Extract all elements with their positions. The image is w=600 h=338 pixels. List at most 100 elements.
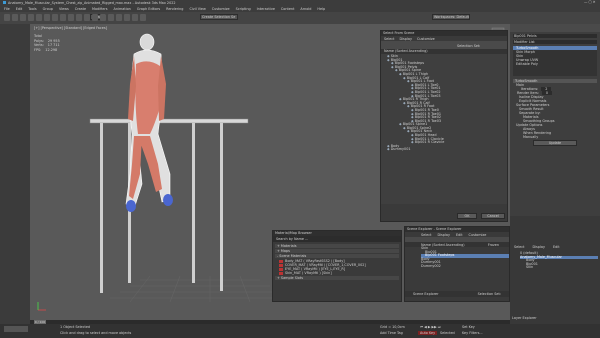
layer-row[interactable]: Skin — [520, 266, 598, 270]
menu-item-group[interactable]: Group — [43, 7, 53, 11]
selected-dropdown[interactable]: Selected — [440, 331, 455, 335]
material-swatch — [279, 259, 283, 263]
explorer-menu-item[interactable]: Edit — [456, 233, 463, 237]
dialog-menu-item[interactable]: Customize — [417, 37, 435, 41]
app-logo — [3, 1, 6, 4]
material-swatch — [279, 271, 283, 275]
menu-item-graph-editors[interactable]: Graph Editors — [137, 7, 160, 11]
stat-key: FPS: — [34, 47, 42, 52]
menu-item-civil-view[interactable]: Civil View — [189, 7, 205, 11]
scene-tree-label: Bip001 R Clavicle — [414, 140, 445, 145]
command-panel-tabs[interactable] — [510, 24, 600, 32]
manually-radio[interactable]: Manually — [513, 135, 597, 139]
modifier-list-dropdown[interactable]: Modifier List — [513, 40, 597, 44]
maxscript-listener[interactable] — [4, 326, 28, 332]
toolbar-button[interactable] — [52, 14, 58, 21]
ok-button[interactable]: OK — [457, 213, 477, 219]
toolbar-button[interactable] — [76, 14, 82, 21]
pull-up-bars — [89, 118, 249, 293]
menu-item-rendering[interactable]: Rendering — [166, 7, 183, 11]
material-item[interactable]: Skin_MAT ( VRayMtl ) [Skin] — [275, 271, 399, 275]
menu-item-views[interactable]: Views — [59, 7, 69, 11]
toolbar-button[interactable] — [60, 14, 66, 21]
explorer-menu-item[interactable]: Select — [421, 233, 431, 237]
menu-item-interactive[interactable]: Interactive — [257, 7, 275, 11]
explorer-row[interactable]: Dummy002 — [421, 264, 509, 269]
add-time-tag[interactable]: Add Time Tag — [380, 331, 403, 335]
browser-section[interactable]: - Scene Materials — [275, 254, 399, 258]
toolbar-button[interactable] — [132, 14, 138, 21]
toolbar-button[interactable] — [4, 14, 10, 21]
viewport-label[interactable]: [+] [Perspective] [Standard] [Edged Face… — [34, 26, 107, 30]
material-swatch — [279, 267, 283, 271]
toolbar-button[interactable] — [28, 14, 34, 21]
menu-item-scripting[interactable]: Scripting — [236, 7, 251, 11]
prompt-line: Click and drag to select and move object… — [60, 331, 132, 335]
layer-tree: 0 (default) Anatomy_Male_Muscular Body Bip0… — [510, 250, 600, 270]
set-key-button[interactable]: Set Key — [462, 325, 475, 329]
menu-item-file[interactable]: File — [4, 7, 10, 11]
toolbar-button[interactable] — [68, 14, 74, 21]
menu-item-modifiers[interactable]: Modifiers — [92, 7, 107, 11]
menu-item-arnold[interactable]: Arnold — [300, 7, 311, 11]
toolbar-button[interactable] — [100, 14, 106, 21]
layer-explorer-footer: Layer Explorer — [512, 316, 537, 320]
modifier-stack: TurboSmooth Skin Morph Skin Unwrap UVW Edita… — [513, 46, 597, 76]
toolbar-button[interactable] — [20, 14, 26, 21]
toolbar-button[interactable] — [108, 14, 114, 21]
toolbar-button[interactable] — [92, 14, 98, 21]
layer-menu-item[interactable]: Select — [514, 245, 524, 249]
update-button[interactable]: Update — [533, 140, 577, 146]
menu-item-help[interactable]: Help — [317, 7, 325, 11]
selection-set-dropdown[interactable]: Create Selection Se — [200, 14, 238, 20]
toolbar-button[interactable] — [12, 14, 18, 21]
scene-tree-item[interactable]: ◆ Dummy001 — [383, 148, 505, 152]
scene-tree-label: Dummy001 — [390, 147, 411, 152]
explorer-selection-set: Selection Set: — [477, 292, 501, 296]
viewport-statistics: Total Polys: 29 955 Verts: 17 711 FPS: 12.298 — [34, 34, 60, 52]
toolbar-button[interactable] — [124, 14, 130, 21]
menu-item-tools[interactable]: Tools — [28, 7, 36, 11]
toolbar-button[interactable] — [44, 14, 50, 21]
toolbar-button[interactable] — [84, 14, 90, 21]
menu-item-animation[interactable]: Animation — [114, 7, 131, 11]
browser-section[interactable]: + Sample Slots — [275, 276, 399, 280]
workspace-dropdown[interactable]: Workspaces: Default — [432, 14, 470, 20]
explorer-footer: Scene Explorer Selection Set: — [405, 291, 509, 297]
layer-explorer: Select Display Edit 0 (default) Anatomy_Mal… — [510, 216, 600, 324]
ground-grid — [110, 275, 290, 303]
toolbar-button[interactable] — [36, 14, 42, 21]
browser-section[interactable]: + Maps — [275, 249, 399, 253]
browser-section[interactable]: + Materials — [275, 244, 399, 248]
explorer-col-frozen[interactable]: Frozen — [488, 243, 499, 247]
material-swatch — [279, 263, 283, 267]
dialog-menu-item[interactable]: Select — [384, 37, 394, 41]
explorer-menu-item[interactable]: Display — [437, 233, 450, 237]
layer-menu-item[interactable]: Display — [532, 245, 545, 249]
window-controls[interactable]: — ▢ ✕ — [584, 0, 596, 4]
left-command-strip — [0, 24, 30, 326]
object-name-field[interactable]: Bip001 Pelvis — [513, 34, 597, 38]
layer-menu-item[interactable]: Edit — [553, 245, 560, 249]
modifier-stack-item[interactable]: Editable Poly — [513, 62, 597, 66]
menu-item-customize[interactable]: Customize — [212, 7, 230, 11]
menu-item-create[interactable]: Create — [75, 7, 86, 11]
key-filters-button[interactable]: Key Filters... — [462, 331, 483, 335]
grid-size: Grid = 10,0cm — [380, 325, 405, 329]
status-bar: 1 Object Selected Click and drag to sele… — [0, 324, 600, 338]
dialog-toolbar: Selection Set: — [381, 41, 507, 49]
axis-tripod — [37, 302, 46, 311]
playback-controls[interactable]: ⏮ ◀ ▶ ▶▶ ⏭ — [420, 325, 441, 329]
menu-item-content[interactable]: Content — [281, 7, 295, 11]
main-toolbar: Create Selection Se View Workspaces: Def… — [0, 12, 600, 24]
toolbar-button[interactable] — [140, 14, 146, 21]
toolbar-button[interactable] — [116, 14, 122, 21]
explorer-menu-item[interactable]: Customize — [469, 233, 487, 237]
scene-explorer: Scene Explorer - Scene Explorer Select Di… — [404, 226, 510, 302]
menu-item-edit[interactable]: Edit — [16, 7, 23, 11]
dialog-menu-item[interactable]: Display — [399, 37, 412, 41]
cancel-button[interactable]: Cancel — [481, 213, 505, 219]
material-map-browser: Material/Map Browser Search by Name ... … — [272, 230, 402, 302]
auto-key-button[interactable]: Auto Key — [418, 331, 438, 335]
select-from-scene-dialog: Select From Scene Select Display Customize… — [380, 30, 508, 222]
